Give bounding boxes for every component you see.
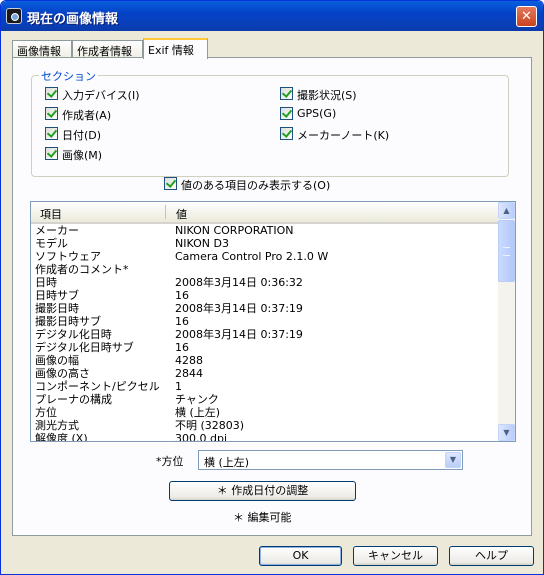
table-row[interactable]: 画像の高さ 2844 [31,367,498,380]
checkbox-label: 画像(M) [62,149,103,162]
table-row[interactable]: 解像度 (X) 300.0 dpi [31,432,498,442]
item-value-cell: 16 [175,341,189,354]
checkbox-checked-icon[interactable] [45,147,58,160]
scroll-up-icon[interactable]: ▲ [498,202,515,219]
table-row[interactable]: 作成者のコメント* [31,263,498,276]
item-name-cell: 日時サブ [35,289,79,302]
checkbox-label: 入力デバイス(I) [62,89,140,102]
list-rows: メーカー NIKON CORPORATION モデル NIKON D3 ソフトウェア Ca… [31,224,498,442]
table-row[interactable]: ソフトウェア Camera Control Pro 2.1.0 W [31,250,498,263]
cancel-button[interactable]: キャンセル [353,546,438,566]
checkbox-label: GPS(G) [297,107,337,120]
editable-note: ＊ 編集可能 [233,511,292,524]
item-value-cell: 16 [175,289,189,302]
item-value-cell: 2008年3月14日 0:36:32 [175,276,303,289]
item-name-cell: 日時 [35,276,57,289]
dialog-window: 現在の画像情報 ✕ 画像情報 作成者情報 Exif 情報 セクション 入力デバイ… [0,0,544,575]
item-name-cell: 画像の幅 [35,354,79,367]
checkbox-checked-icon[interactable] [280,107,293,120]
checkbox-label: 撮影状況(S) [297,89,357,102]
window-title: 現在の画像情報 [27,12,119,27]
checkbox-label: 作成者(A) [62,109,112,122]
checkbox-checked-icon[interactable] [45,107,58,120]
column-divider[interactable] [165,205,166,219]
table-row[interactable]: 日時サブ 16 [31,289,498,302]
item-name-cell: デジタル化日時サブ [35,341,134,354]
item-name-cell: 画像の高さ [35,367,90,380]
help-button[interactable]: ヘルプ [449,546,534,566]
table-row[interactable]: コンポーネント/ピクセル 1 [31,380,498,393]
item-value-cell: NIKON CORPORATION [175,224,294,237]
scroll-thumb[interactable] [498,220,515,282]
item-value-cell: 不明 (32803) [175,419,245,432]
adjust-date-button[interactable]: ＊ 作成日付の調整 [169,481,356,501]
ok-button[interactable]: OK [259,546,342,566]
item-name-cell: 撮影日時 [35,302,79,315]
scroll-down-icon[interactable]: ▼ [498,424,515,441]
table-row[interactable]: 日時 2008年3月14日 0:36:32 [31,276,498,289]
item-value-cell: Camera Control Pro 2.1.0 W [175,250,329,263]
table-row[interactable]: 撮影日時 2008年3月14日 0:37:19 [31,302,498,315]
item-value-cell: 横 (上左) [175,406,221,419]
item-value-cell: 4288 [175,354,203,367]
checkbox-checked-icon[interactable] [45,127,58,140]
item-name-cell: コンポーネント/ピクセル [35,380,160,393]
tab-author-info[interactable]: 作成者情報 [72,40,143,58]
table-row[interactable]: モデル NIKON D3 [31,237,498,250]
item-name-cell: デジタル化日時 [35,328,112,341]
title-bar[interactable]: 現在の画像情報 ✕ [1,1,543,31]
item-value-cell: 16 [175,315,189,328]
item-name-cell: プレーナの構成 [35,393,112,406]
item-name-cell: 測光方式 [35,419,79,432]
item-name-cell: 撮影日時サブ [35,315,101,328]
tab-image-info[interactable]: 画像情報 [12,40,72,58]
item-name-cell: 方位 [35,406,57,419]
table-row[interactable]: 画像の幅 4288 [31,354,498,367]
orientation-value: 横 (上左) [204,456,250,469]
close-button[interactable]: ✕ [516,6,537,27]
table-row[interactable]: プレーナの構成 チャンク [31,393,498,406]
table-row[interactable]: デジタル化日時 2008年3月14日 0:37:19 [31,328,498,341]
item-value-cell: 2008年3月14日 0:37:19 [175,302,303,315]
orientation-select[interactable]: 横 (上左) ▼ [198,450,463,470]
list-header: 項目 値 [31,202,498,224]
table-row[interactable]: 撮影日時サブ 16 [31,315,498,328]
section-legend: セクション [39,68,98,84]
item-name-cell: モデル [35,237,68,250]
checkbox-label: メーカーノート(K) [297,129,390,142]
checkbox-checked-icon[interactable] [164,177,177,190]
item-name-cell: 作成者のコメント* [35,263,129,276]
item-name-cell: ソフトウェア [35,250,101,263]
column-header-item[interactable]: 項目 [40,206,62,222]
checkbox-label: 日付(D) [62,129,102,142]
checkbox-label: 値のある項目のみ表示する(O) [181,179,331,192]
checkbox-checked-icon[interactable] [280,87,293,100]
table-row[interactable]: デジタル化日時サブ 16 [31,341,498,354]
item-value-cell: チャンク [175,393,219,406]
item-value-cell: 300.0 dpi [175,432,228,442]
item-value-cell: 2844 [175,367,203,380]
checkbox-checked-icon[interactable] [45,87,58,100]
column-header-value[interactable]: 値 [176,206,187,222]
item-value-cell: NIKON D3 [175,237,229,250]
vertical-scrollbar[interactable]: ▲ ▼ [498,202,515,441]
exif-list[interactable]: 項目 値 メーカー NIKON CORPORATION モデル NIKON D3 ソフト… [30,201,516,442]
chevron-down-icon[interactable]: ▼ [445,452,461,468]
item-name-cell: メーカー [35,224,79,237]
item-name-cell: 解像度 (X) [35,432,88,442]
item-value-cell: 1 [175,380,182,393]
app-icon [6,8,22,24]
item-value-cell: 2008年3月14日 0:37:19 [175,328,303,341]
table-row[interactable]: 測光方式 不明 (32803) [31,419,498,432]
tab-exif-info[interactable]: Exif 情報 [143,38,208,59]
table-row[interactable]: 方位 横 (上左) [31,406,498,419]
section-group: セクション 入力デバイス(I) 作成者(A) 日付(D) 画像(M) 撮影状況(… [31,68,509,177]
table-row[interactable]: メーカー NIKON CORPORATION [31,224,498,237]
checkbox-checked-icon[interactable] [280,127,293,140]
orientation-label: *方位 [156,455,184,468]
tab-panel: セクション 入力デバイス(I) 作成者(A) 日付(D) 画像(M) 撮影状況(… [12,57,532,536]
